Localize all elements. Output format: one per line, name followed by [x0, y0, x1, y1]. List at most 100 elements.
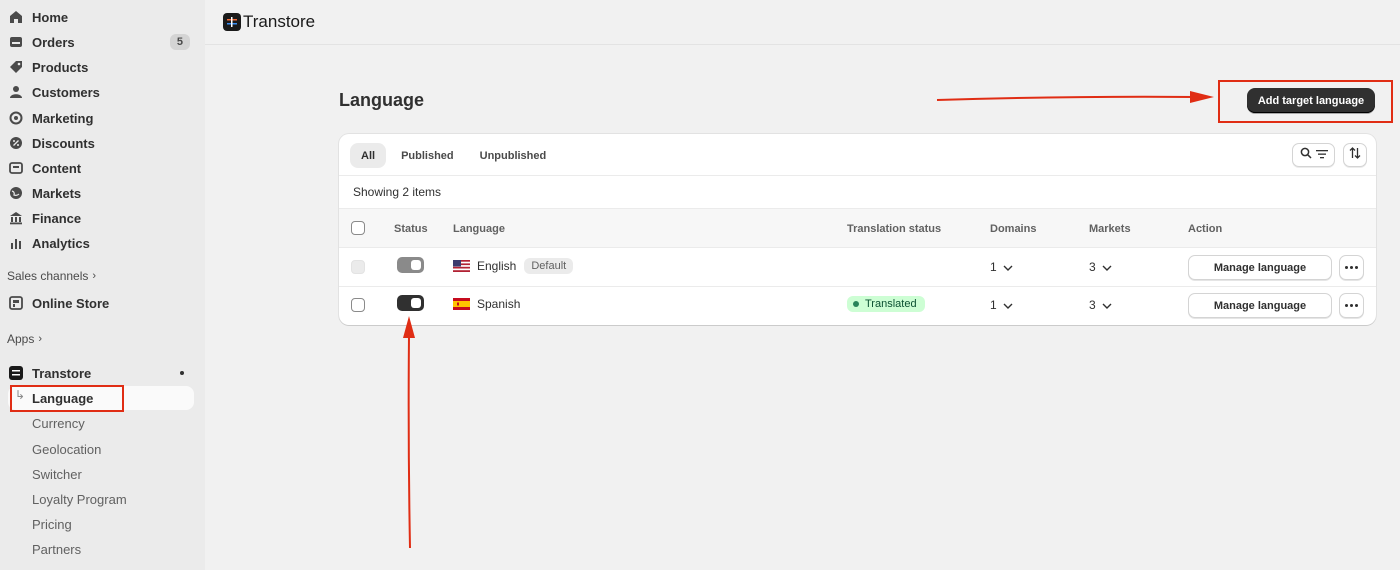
manage-language-button[interactable]: Manage language	[1188, 293, 1332, 318]
content-icon	[8, 160, 24, 176]
table-header: Status Language Translation status Domai…	[339, 208, 1376, 248]
sidebar-subitem-currency[interactable]: Currency	[32, 416, 85, 431]
sales-channels-header[interactable]: Sales channels ›	[7, 269, 96, 283]
markets-count: 3	[1089, 298, 1096, 312]
showing-count: Showing 2 items	[353, 185, 442, 199]
chevron-down-icon	[1102, 298, 1112, 312]
sidebar-item-markets[interactable]: Markets	[8, 182, 194, 204]
sidebar-item-label: Orders	[32, 34, 75, 50]
sidebar-item-label: Marketing	[32, 110, 94, 126]
markets-dropdown[interactable]: 3	[1089, 298, 1112, 312]
sidebar-item-label: Products	[32, 59, 89, 75]
sort-button[interactable]	[1343, 143, 1367, 167]
orders-icon	[8, 34, 24, 50]
sidebar-item-label: Transtore	[32, 365, 92, 381]
sidebar-subitem-loyalty-program[interactable]: Loyalty Program	[32, 492, 127, 507]
sidebar-item-marketing[interactable]: Marketing	[8, 107, 194, 129]
translation-status-cell: Translated	[847, 296, 925, 312]
sidebar-item-finance[interactable]: Finance	[8, 207, 194, 229]
tag-icon	[8, 59, 24, 75]
tab-unpublished[interactable]: Unpublished	[469, 143, 558, 168]
manage-language-button[interactable]: Manage language	[1188, 255, 1332, 280]
select-all-checkbox[interactable]	[351, 221, 365, 235]
sidebar-item-transtore[interactable]: Transtore	[8, 362, 194, 384]
sort-icon	[1349, 146, 1361, 164]
es-flag-icon	[453, 298, 470, 310]
sidebar-item-orders[interactable]: Orders 5	[8, 31, 194, 53]
sidebar-item-discounts[interactable]: Discounts	[8, 132, 194, 154]
domains-dropdown[interactable]: 1	[990, 298, 1013, 312]
sidebar-subitem-geolocation[interactable]: Geolocation	[32, 442, 101, 457]
col-action: Action	[1188, 223, 1223, 235]
domains-count: 1	[990, 298, 997, 312]
tab-all[interactable]: All	[350, 143, 387, 168]
col-status: Status	[394, 223, 428, 235]
sidebar-item-label: Online Store	[32, 295, 110, 311]
store-icon	[8, 295, 24, 311]
status-label: Translated	[865, 298, 917, 310]
unread-dot	[180, 371, 184, 375]
arrow-to-add-button-icon	[936, 91, 1214, 103]
domains-dropdown[interactable]: 1	[990, 260, 1013, 274]
home-icon	[8, 9, 24, 25]
language-cell: Spanish	[453, 297, 520, 311]
more-actions-button[interactable]	[1339, 293, 1364, 318]
default-badge: Default	[524, 258, 574, 274]
filter-tabs: All Published Unpublished	[350, 143, 557, 168]
discount-icon	[8, 135, 24, 151]
publish-toggle[interactable]	[397, 257, 424, 273]
target-icon	[8, 110, 24, 126]
publish-toggle[interactable]	[397, 295, 424, 311]
highlight-box-add-language	[1218, 80, 1393, 123]
sidebar-item-products[interactable]: Products	[8, 56, 194, 78]
col-domains: Domains	[990, 223, 1037, 235]
col-translation-status: Translation status	[847, 223, 942, 235]
toolbar-divider	[339, 175, 1376, 176]
language-name: Spanish	[477, 297, 521, 311]
col-language: Language	[453, 223, 505, 235]
transtore-app-icon	[8, 365, 24, 381]
sidebar-item-label: Content	[32, 160, 82, 176]
arrow-to-toggle-icon	[403, 316, 415, 549]
sidebar-item-home[interactable]: Home	[8, 6, 194, 28]
sales-channels-label: Sales channels	[7, 269, 89, 283]
sidebar: Home Orders 5 Products Customers Marketi…	[0, 0, 205, 570]
us-flag-icon	[453, 260, 470, 272]
sidebar-item-customers[interactable]: Customers	[8, 81, 194, 103]
highlight-box-language-nav	[10, 385, 124, 412]
tab-published[interactable]: Published	[390, 143, 465, 168]
sidebar-subitem-pricing[interactable]: Pricing	[32, 517, 72, 532]
orders-count-badge: 5	[169, 34, 190, 50]
chevron-right-icon: ›	[38, 333, 43, 345]
app-title: Transtore	[243, 12, 316, 31]
sidebar-item-analytics[interactable]: Analytics	[8, 232, 194, 254]
markets-count: 3	[1089, 260, 1096, 274]
chevron-down-icon	[1003, 260, 1013, 274]
sidebar-subitem-partners[interactable]: Partners	[32, 542, 81, 557]
languages-card: All Published Unpublished Showing 2 item…	[339, 134, 1376, 325]
sidebar-item-content[interactable]: Content	[8, 157, 194, 179]
status-dot-icon	[853, 301, 859, 307]
row-checkbox[interactable]	[351, 298, 365, 312]
markets-dropdown[interactable]: 3	[1089, 260, 1112, 274]
person-icon	[8, 84, 24, 100]
chevron-right-icon: ›	[92, 270, 97, 282]
translated-status-badge: Translated	[847, 296, 925, 312]
sidebar-item-label: Customers	[32, 84, 100, 100]
bar-chart-icon	[8, 235, 24, 251]
more-actions-button[interactable]	[1339, 255, 1364, 280]
bank-icon	[8, 210, 24, 226]
chevron-down-icon	[1003, 298, 1013, 312]
search-filter-button[interactable]	[1292, 143, 1335, 167]
language-name: English	[477, 259, 517, 273]
sidebar-item-label: Analytics	[32, 235, 90, 251]
page-title: Language	[339, 90, 425, 110]
apps-header[interactable]: Apps ›	[7, 332, 42, 346]
sidebar-item-online-store[interactable]: Online Store	[8, 292, 194, 314]
globe-icon	[8, 185, 24, 201]
sidebar-subitem-switcher[interactable]: Switcher	[32, 467, 82, 482]
app-topbar: Transtore	[205, 0, 1400, 45]
table-row: English Default 1 3 Manage language	[339, 248, 1376, 286]
search-icon	[1300, 146, 1312, 164]
sidebar-item-label: Home	[32, 9, 69, 25]
